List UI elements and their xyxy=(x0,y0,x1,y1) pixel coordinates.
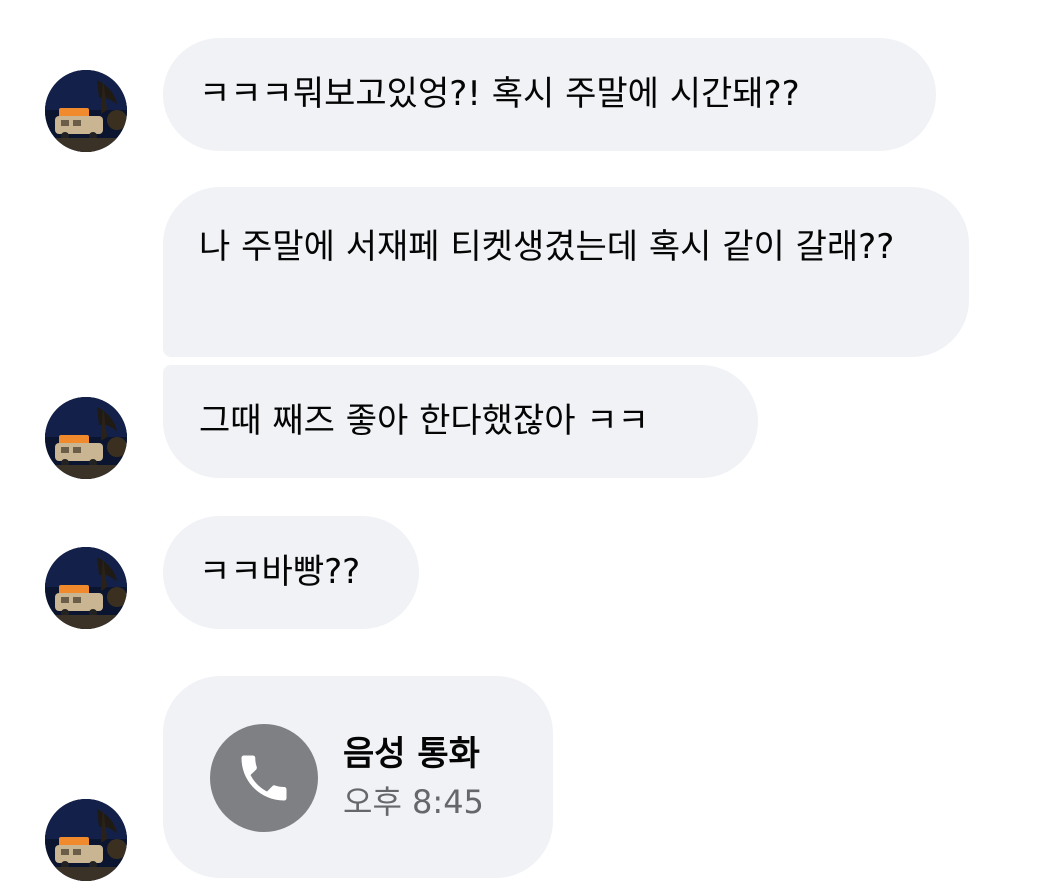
message-text: 나 주말에 서재페 티켓생겼는데 혹시 같이 갈래?? xyxy=(199,227,895,267)
message-bubble[interactable]: 그때 째즈 좋아 한다했잖아 ㅋㅋ xyxy=(163,365,758,478)
avatar[interactable] xyxy=(45,397,127,479)
avatar-photo xyxy=(45,799,127,881)
voice-call-bubble[interactable]: 음성 통화 오후 8:45 xyxy=(163,676,553,878)
message-text: ㅋㅋ바빵?? xyxy=(199,552,361,592)
message-bubble[interactable]: ㅋㅋ바빵?? xyxy=(163,516,419,629)
call-time: 오후 8:45 xyxy=(343,783,484,821)
avatar-photo xyxy=(45,547,127,629)
message-text: ㅋㅋㅋ뭐보고있엉?! 혹시 주말에 시간돼?? xyxy=(199,74,800,114)
message-bubble[interactable]: ㅋㅋㅋ뭐보고있엉?! 혹시 주말에 시간돼?? xyxy=(163,38,936,151)
message-text: 그때 째즈 좋아 한다했잖아 ㅋㅋ xyxy=(199,401,649,441)
call-icon-circle[interactable] xyxy=(210,724,318,832)
avatar[interactable] xyxy=(45,547,127,629)
call-title: 음성 통화 xyxy=(343,734,480,774)
avatar-photo xyxy=(45,70,127,152)
phone-icon xyxy=(241,755,287,801)
message-bubble[interactable]: 나 주말에 서재페 티켓생겼는데 혹시 같이 갈래?? xyxy=(163,187,969,357)
avatar-photo xyxy=(45,397,127,479)
avatar[interactable] xyxy=(45,799,127,881)
avatar[interactable] xyxy=(45,70,127,152)
